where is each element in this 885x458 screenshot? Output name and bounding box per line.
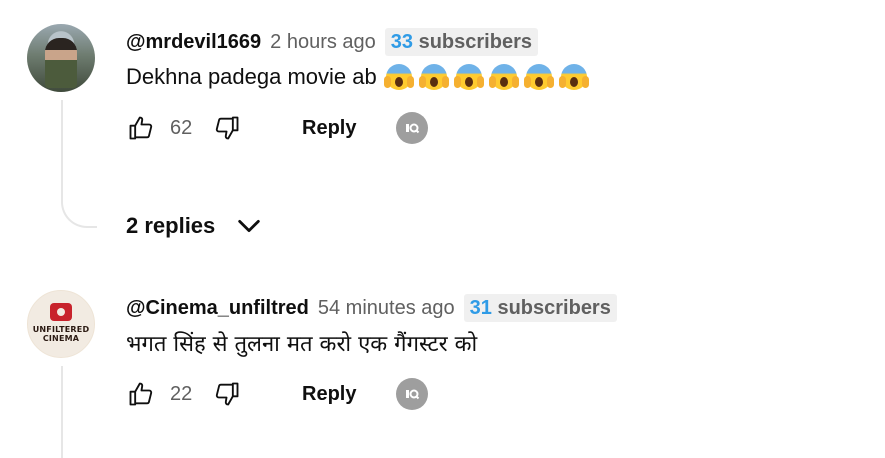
thumbs-up-icon bbox=[129, 116, 153, 140]
thread-connector bbox=[61, 180, 97, 228]
scream-emoji-icon bbox=[418, 62, 449, 90]
author-handle[interactable]: @mrdevil1669 bbox=[126, 31, 261, 54]
subscriber-label: subscribers bbox=[497, 297, 611, 319]
subscriber-badge: 33 subscribers bbox=[384, 28, 538, 56]
comment: @mrdevil1669 2 hours ago 33 subscribers … bbox=[0, 24, 885, 174]
emoji-row bbox=[377, 62, 589, 90]
scream-emoji-icon bbox=[523, 62, 554, 90]
comment-text: भगत सिंह से तुलना मत करो एक गैंगस्टर को bbox=[126, 332, 478, 357]
subscriber-count: 31 bbox=[469, 297, 492, 319]
avatar[interactable]: UNFILTERED CINEMA bbox=[27, 290, 95, 358]
scream-emoji-icon bbox=[383, 62, 414, 90]
comment-actions: 22 Reply bbox=[126, 376, 429, 412]
like-count: 62 bbox=[170, 116, 193, 139]
thumbs-down-icon bbox=[215, 116, 239, 140]
sparkle-icon bbox=[406, 389, 420, 400]
comment-text: Dekhna padega movie ab bbox=[126, 62, 589, 90]
unfiltered-cinema-logo bbox=[50, 303, 72, 321]
comment-time[interactable]: 2 hours ago bbox=[270, 31, 376, 54]
thumbs-up-icon bbox=[129, 382, 153, 406]
avatar[interactable] bbox=[27, 24, 95, 92]
like-button[interactable] bbox=[126, 113, 156, 143]
chevron-down-icon bbox=[235, 212, 263, 240]
subscriber-label: subscribers bbox=[418, 31, 532, 53]
comment: UNFILTERED CINEMA @Cinema_unfiltred 54 m… bbox=[0, 290, 885, 440]
comment-header: @mrdevil1669 2 hours ago 33 subscribers bbox=[126, 28, 538, 56]
comment-header: @Cinema_unfiltred 54 minutes ago 31 subs… bbox=[126, 294, 617, 322]
comment-actions: 62 Reply bbox=[126, 110, 429, 146]
ai-summary-icon[interactable] bbox=[396, 112, 429, 144]
ai-summary-icon[interactable] bbox=[396, 378, 429, 410]
thumbs-down-icon bbox=[215, 382, 239, 406]
reply-button[interactable]: Reply bbox=[302, 383, 356, 406]
profile-photo-icon bbox=[45, 38, 77, 88]
sparkle-icon bbox=[406, 123, 420, 134]
subscriber-count: 33 bbox=[390, 31, 414, 53]
scream-emoji-icon bbox=[488, 62, 519, 90]
scream-emoji-icon bbox=[558, 62, 589, 90]
author-handle[interactable]: @Cinema_unfiltred bbox=[126, 297, 309, 320]
replies-toggle[interactable]: 2 replies bbox=[126, 210, 263, 242]
comment-body: Dekhna padega movie ab bbox=[126, 64, 377, 89]
dislike-button[interactable] bbox=[212, 113, 242, 143]
replies-label: 2 replies bbox=[126, 213, 216, 238]
reply-button[interactable]: Reply bbox=[302, 117, 356, 140]
logo-text: UNFILTERED CINEMA bbox=[32, 325, 90, 343]
comment-time[interactable]: 54 minutes ago bbox=[318, 297, 455, 320]
like-count: 22 bbox=[170, 382, 193, 405]
scream-emoji-icon bbox=[453, 62, 484, 90]
subscriber-badge: 31 subscribers bbox=[463, 294, 617, 322]
like-button[interactable] bbox=[126, 379, 156, 409]
dislike-button[interactable] bbox=[212, 379, 242, 409]
